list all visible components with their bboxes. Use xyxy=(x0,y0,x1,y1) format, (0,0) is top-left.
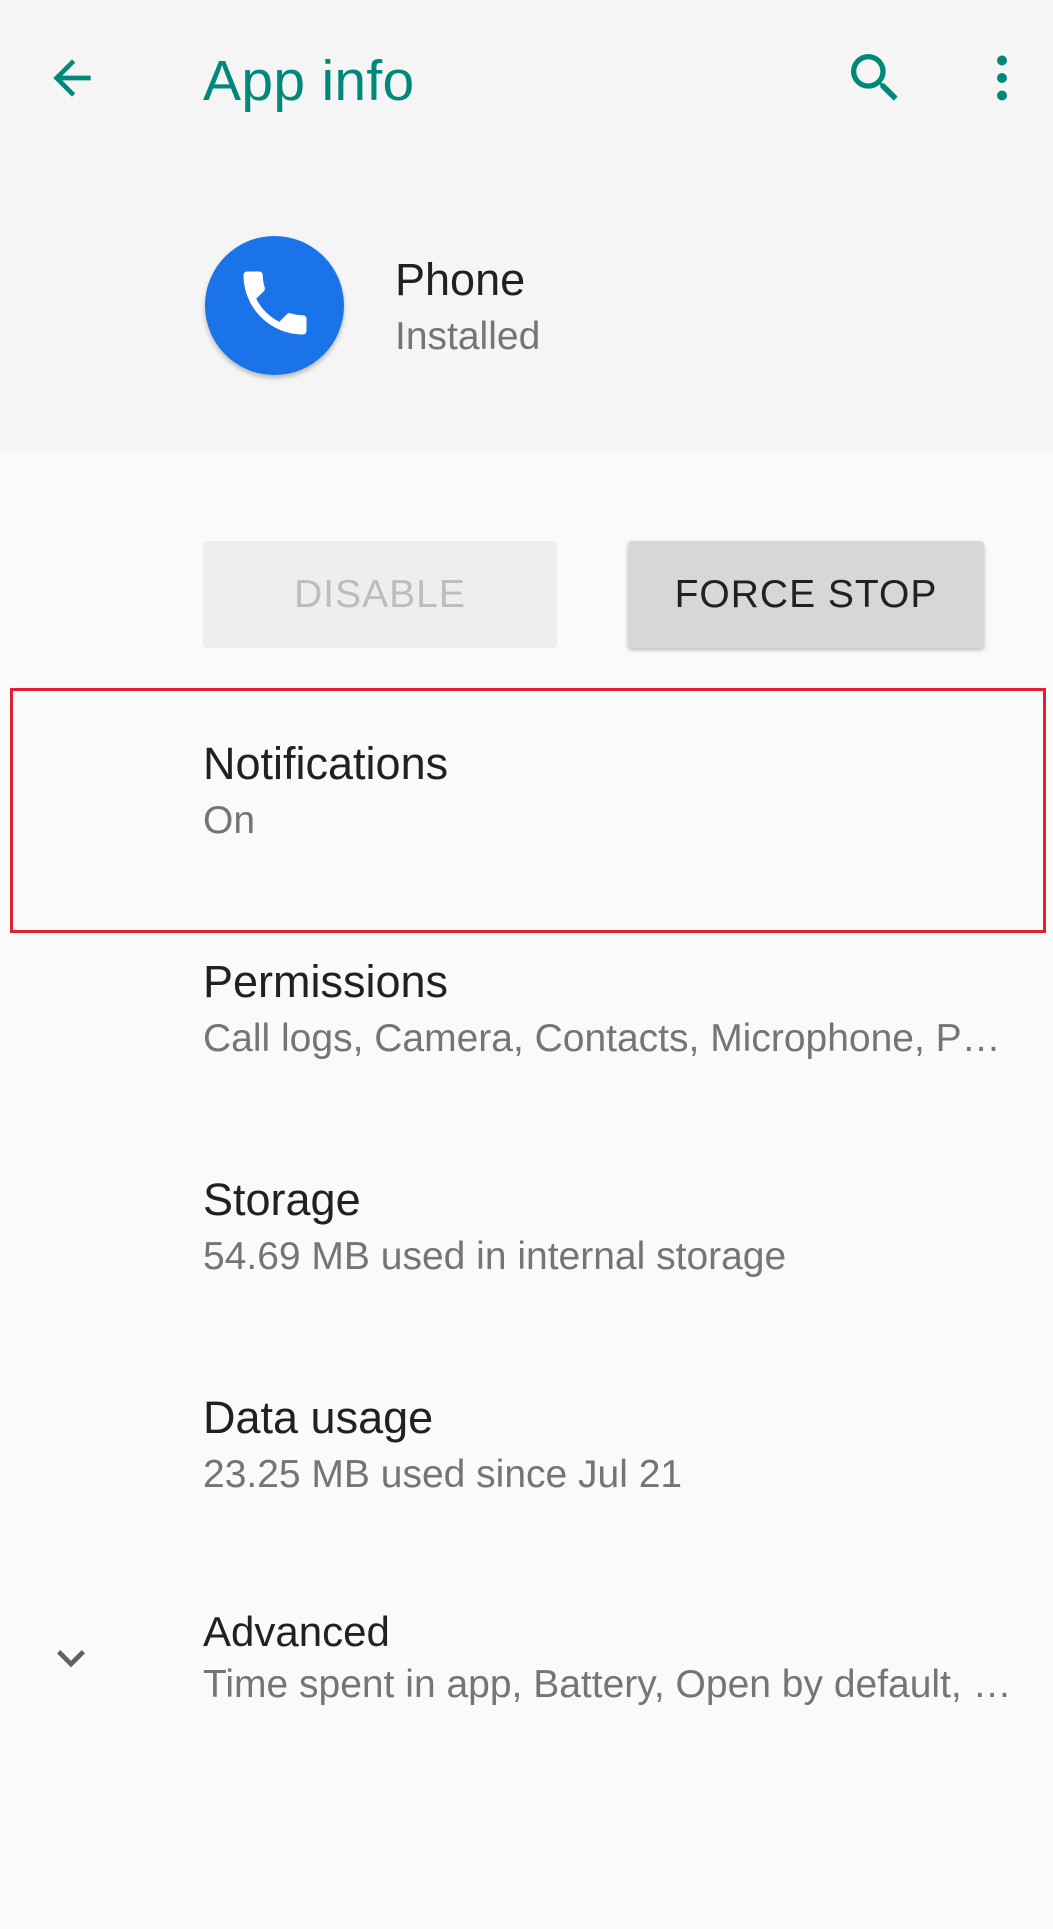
permissions-summary: Call logs, Camera, Contacts, Microphone,… xyxy=(203,1017,1018,1060)
phone-icon xyxy=(233,261,317,350)
disable-button[interactable]: DISABLE xyxy=(203,541,557,648)
force-stop-button[interactable]: FORCE STOP xyxy=(628,541,984,648)
storage-summary: 54.69 MB used in internal storage xyxy=(203,1235,787,1278)
advanced-summary: Time spent in app, Battery, Open by defa… xyxy=(203,1663,1018,1706)
back-button[interactable] xyxy=(27,35,117,125)
advanced-title: Advanced xyxy=(203,1608,390,1655)
app-name: Phone xyxy=(395,254,526,305)
app-icon xyxy=(205,236,344,375)
advanced-item[interactable]: Advanced Time spent in app, Battery, Ope… xyxy=(0,1562,1053,1780)
storage-item[interactable]: Storage 54.69 MB used in internal storag… xyxy=(0,1126,1053,1344)
app-header xyxy=(0,162,1053,450)
more-options-button[interactable] xyxy=(957,35,1047,125)
app-bar: App info xyxy=(0,0,1053,162)
back-arrow-icon xyxy=(44,50,100,111)
page-title: App info xyxy=(203,49,415,113)
notifications-item[interactable]: Notifications On xyxy=(0,690,1053,908)
permissions-title: Permissions xyxy=(203,956,449,1007)
notifications-title: Notifications xyxy=(203,738,449,789)
storage-title: Storage xyxy=(203,1174,361,1225)
search-icon xyxy=(843,46,907,115)
more-vert-icon xyxy=(972,48,1032,113)
permissions-item[interactable]: Permissions Call logs, Camera, Contacts,… xyxy=(0,908,1053,1126)
data-usage-item[interactable]: Data usage 23.25 MB used since Jul 21 xyxy=(0,1344,1053,1562)
data-usage-title: Data usage xyxy=(203,1392,434,1443)
data-usage-summary: 23.25 MB used since Jul 21 xyxy=(203,1453,683,1496)
notifications-summary: On xyxy=(203,799,256,842)
app-install-status: Installed xyxy=(395,315,541,358)
search-button[interactable] xyxy=(830,35,920,125)
chevron-down-icon xyxy=(36,1628,106,1688)
